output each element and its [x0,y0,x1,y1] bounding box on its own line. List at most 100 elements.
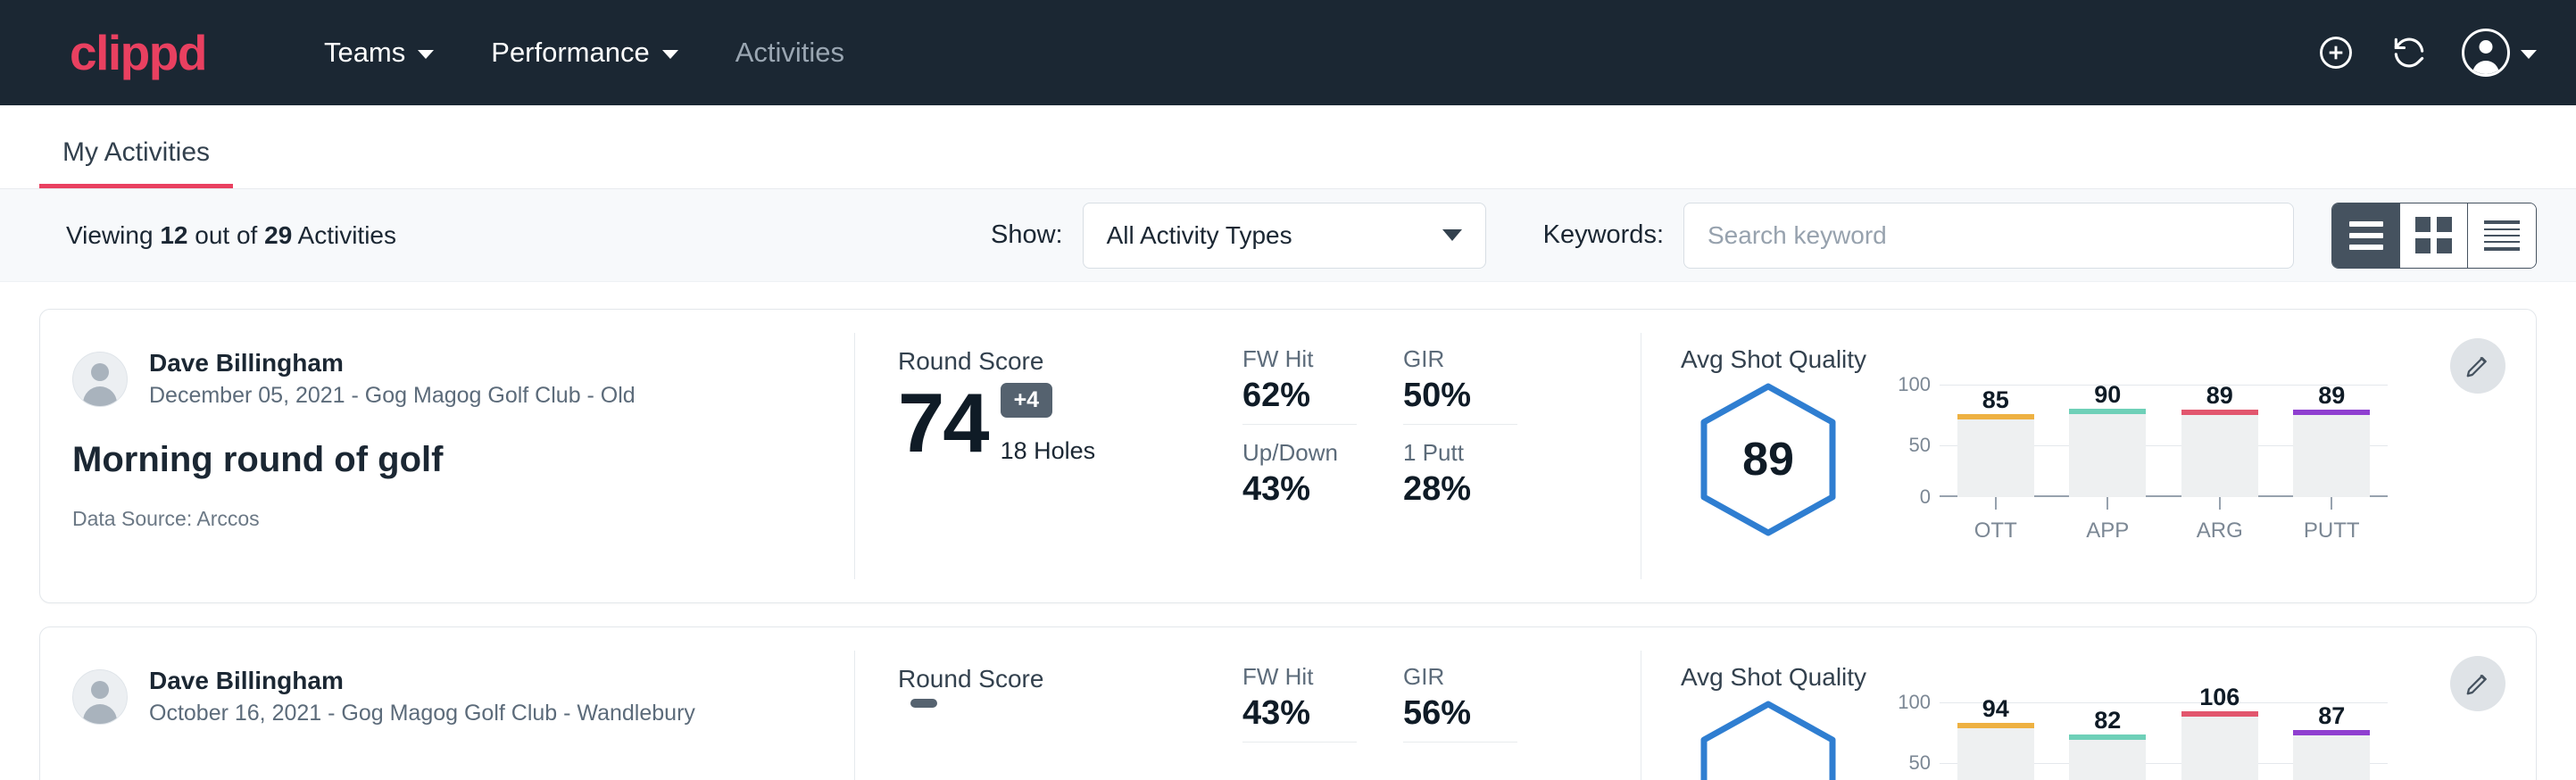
round-score-pane: Round Score [855,627,1212,780]
stat-one-putt: 1 Putt 28% [1403,439,1517,518]
quality-hexagon-value [1697,699,1840,780]
stat-value: 28% [1403,470,1517,509]
avg-shot-quality-label: Avg Shot Quality [1681,345,2536,374]
search-input[interactable] [1708,221,2270,250]
round-score-row [898,699,1212,780]
round-stats-pane: FW Hit 62% GIR 50% Up/Down 43% 1 Putt 28… [1212,310,1641,602]
view-toggle-compact[interactable] [2468,203,2536,268]
activity-card[interactable]: Dave Billingham October 16, 2021 - Gog M… [39,626,2537,780]
bar-arg [2181,711,2258,780]
chevron-down-icon [418,50,434,59]
nav-item-performance-label: Performance [491,37,649,69]
stat-value: 62% [1242,377,1357,415]
avg-shot-quality-pane: Avg Shot Quality 89 100 [1641,310,2536,602]
bar-value-label: 89 [2293,382,2370,410]
tick-mark [2331,497,2332,510]
activity-meta: December 05, 2021 - Gog Magog Golf Club … [149,381,636,411]
bar-putt [2293,730,2370,780]
x-tick-putt: PUTT [2293,497,2370,544]
refresh-icon[interactable] [2389,32,2430,73]
chevron-down-icon [662,50,678,59]
avatar-body-shape [83,704,117,725]
x-tick-label: APP [2086,519,2129,544]
avg-shot-quality-label: Avg Shot Quality [1681,663,2536,692]
nav-action-icons [2315,29,2537,77]
bar-column-ott: 94 [1957,702,2034,780]
author-text-block: Dave Billingham December 05, 2021 - Gog … [149,347,636,411]
bar-cap [2181,711,2258,717]
bar-column-app: 90 [2069,385,2146,497]
tab-my-activities[interactable]: My Activities [39,137,233,188]
activity-data-source: Data Source: Arccos [72,507,854,531]
stat-label: Up/Down [1242,439,1357,467]
stat-label: FW Hit [1242,345,1357,373]
app-logo[interactable]: clippd [70,29,206,78]
bar-column-putt: 87 [2293,702,2370,780]
y-tick-label: 100 [1898,373,1931,396]
avatar-body-shape [83,386,117,407]
search-input-wrapper[interactable] [1683,203,2294,269]
avg-shot-quality-pane: Avg Shot Quality 100 [1641,627,2536,780]
x-tick-label: ARG [2197,519,2243,544]
primary-nav-links: Teams Performance Activities [295,37,873,69]
tick-mark [1995,497,1997,510]
author-name: Dave Billingham [149,665,695,696]
bar-cap [2069,409,2146,414]
keywords-label: Keywords: [1543,220,1664,250]
round-score-row: 74 +4 18 Holes [898,381,1212,465]
bar-cap [2293,730,2370,735]
chart-x-labels: OTT APP ARG PUTT [1940,497,2388,544]
avatar-head-shape [91,681,109,699]
nav-item-performance[interactable]: Performance [462,37,706,69]
avatar [72,669,128,725]
user-menu[interactable] [2462,29,2537,77]
edit-activity-button[interactable] [2450,656,2505,711]
activity-meta: October 16, 2021 - Gog Magog Golf Club -… [149,699,695,729]
list-view-icon [2349,221,2383,250]
stat-gir: GIR 56% [1403,663,1517,743]
bar-value-label: 85 [1957,386,2034,414]
nav-item-teams[interactable]: Teams [295,37,462,69]
stat-fw-hit: FW Hit 43% [1242,663,1357,743]
bar-value-label: 106 [2181,684,2258,711]
x-tick-ott: OTT [1957,497,2034,544]
holes-played: 18 Holes [1001,437,1096,465]
stat-up-down: Up/Down 43% [1242,439,1357,518]
score-differential-badge [910,699,937,708]
stat-label: FW Hit [1242,663,1357,691]
show-label: Show: [991,220,1063,250]
plus-circle-icon[interactable] [2315,32,2356,73]
round-stats-pane: FW Hit 43% GIR 56% [1212,627,1641,780]
activity-type-select-value: All Activity Types [1107,221,1442,250]
user-avatar-icon [2462,29,2510,77]
view-toggle-list[interactable] [2332,203,2400,268]
activity-type-select[interactable]: All Activity Types [1083,203,1486,269]
nav-item-activities[interactable]: Activities [707,37,873,69]
activity-card[interactable]: Dave Billingham December 05, 2021 - Gog … [39,309,2537,603]
tick-mark [2219,497,2221,510]
shot-quality-bar-chart: 100 50 0 85 90 [1888,378,2388,544]
avatar-head-shape [91,363,109,381]
chart-bars: 94 82 [1940,702,2388,780]
bar-ott [1957,414,2034,497]
view-toggle-grid[interactable] [2400,203,2468,268]
bar-column-arg: 106 [2181,702,2258,780]
edit-activity-button[interactable] [2450,338,2505,394]
activity-summary-pane: Dave Billingham October 16, 2021 - Gog M… [40,627,854,780]
stat-label: 1 Putt [1403,439,1517,467]
bar-value-label: 90 [2069,381,2146,409]
grid-view-icon [2415,217,2452,253]
y-tick-label: 50 [1909,434,1931,457]
bar-cap [2181,410,2258,415]
shot-quality-bar-chart: 100 50 0 94 82 [1888,695,2388,780]
avg-shot-quality-body: 89 100 50 0 85 [1681,378,2536,544]
bar-app [2069,734,2146,780]
round-score-side [910,699,937,780]
round-score-label: Round Score [898,347,1212,376]
viewing-middle: out of [195,221,257,249]
chart-plot-area: 100 50 0 85 90 [1940,385,2388,497]
activity-card-list: Dave Billingham December 05, 2021 - Gog … [0,282,2576,780]
x-tick-app: APP [2069,497,2146,544]
quality-hexagon-wrapper: 89 [1681,378,1856,538]
avatar [72,352,128,407]
